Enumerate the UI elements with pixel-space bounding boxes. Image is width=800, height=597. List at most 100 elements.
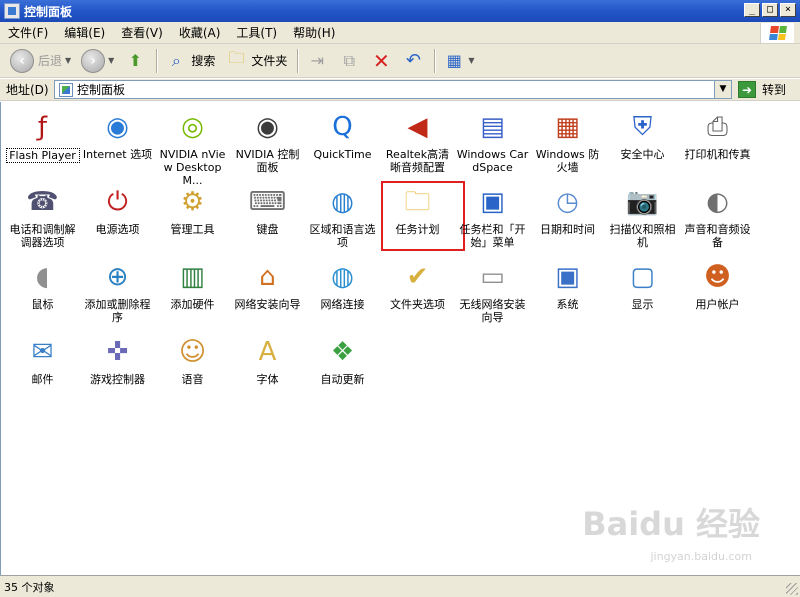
back-button[interactable]: ‹ 后退 ▼: [6, 47, 75, 75]
control-panel-item[interactable]: ◍ 区域和语言选项: [305, 183, 380, 258]
item-label: 显示: [631, 298, 654, 311]
address-input[interactable]: 控制面板 ▼: [54, 80, 732, 99]
item-label: 邮件: [31, 373, 54, 386]
control-panel-item[interactable]: 🗀 任务计划: [380, 181, 465, 258]
minimize-button[interactable]: _: [744, 3, 760, 17]
move-to-button[interactable]: ⇥: [302, 47, 332, 75]
control-panel-item[interactable]: 📷 扫描仪和照相机: [605, 183, 680, 258]
control-panel-item[interactable]: ✜ 游戏控制器: [80, 333, 155, 408]
item-label: 添加或删除程序: [84, 298, 151, 324]
control-panel-icon: [4, 3, 20, 19]
phone-modem-icon: ☎: [26, 187, 59, 217]
forward-button[interactable]: › ▼: [77, 47, 118, 75]
control-panel-item[interactable]: Q QuickTime: [305, 108, 380, 183]
item-label: 游戏控制器: [90, 373, 145, 386]
speech-icon: ☺: [178, 337, 207, 367]
address-bar: 地址(D) 控制面板 ▼ ➜ 转到: [0, 79, 800, 101]
folders-button[interactable]: 🗀 文件夹: [221, 47, 291, 75]
undo-button[interactable]: ↶: [398, 47, 428, 75]
control-panel-item[interactable]: ⚙ 管理工具: [155, 183, 230, 258]
control-panel-item[interactable]: ⎙ 打印机和传真: [680, 108, 755, 183]
control-panel-item[interactable]: ✔ 文件夹选项: [380, 258, 455, 333]
address-label: 地址(D): [6, 83, 49, 97]
menu-help[interactable]: 帮助(H): [285, 24, 343, 41]
address-dropdown-icon[interactable]: ▼: [714, 81, 731, 98]
item-label: 区域和语言选项: [309, 223, 376, 249]
search-button[interactable]: ⌕ 搜索: [161, 47, 219, 75]
control-panel-item[interactable]: ▭ 无线网络安装向导: [455, 258, 530, 333]
add-hardware-icon: ▥: [180, 262, 205, 292]
maximize-button[interactable]: □: [762, 3, 778, 17]
control-panel-item[interactable]: ▦ Windows 防火墙: [530, 108, 605, 183]
control-panel-item[interactable]: ◎ NVIDIA nView Desktop M...: [155, 108, 230, 187]
item-label: Windows 防火墙: [535, 148, 600, 174]
control-panel-item[interactable]: ƒ Flash Player: [5, 108, 80, 183]
globe-icon: ◍: [331, 187, 354, 217]
control-panel-item[interactable]: ◐ 声音和音频设备: [680, 183, 755, 258]
menu-tools[interactable]: 工具(T): [228, 24, 285, 41]
control-panel-item[interactable]: ⛨ 安全中心: [605, 108, 680, 183]
menu-view[interactable]: 查看(V): [113, 24, 171, 41]
copy-to-button[interactable]: ⧉: [334, 47, 364, 75]
views-icon: ▦: [446, 51, 462, 70]
menu-file[interactable]: 文件(F): [0, 24, 56, 41]
back-dropdown-icon[interactable]: ▼: [65, 56, 71, 65]
item-label: 添加硬件: [170, 298, 215, 311]
control-panel-item[interactable]: ▥ 添加硬件: [155, 258, 230, 333]
item-label: 打印机和传真: [684, 148, 751, 161]
control-panel-item[interactable]: ⊕ 添加或删除程序: [80, 258, 155, 333]
toolbar: ‹ 后退 ▼ › ▼ ⬆ ⌕ 搜索 🗀 文件夹 ⇥ ⧉ ✕ ↶ ▦ ▼: [0, 44, 800, 78]
control-panel-item[interactable]: ⏻ 电源选项: [80, 183, 155, 258]
item-label: QuickTime: [313, 148, 372, 161]
network-wizard-icon: ⌂: [259, 262, 276, 292]
control-panel-item[interactable]: A 字体: [230, 333, 305, 408]
control-panel-item[interactable]: ▤ Windows CardSpace: [455, 108, 530, 183]
toolbar-separator: [434, 48, 436, 73]
control-panel-item[interactable]: ❖ 自动更新: [305, 333, 380, 408]
control-panel-item[interactable]: ◖ 鼠标: [5, 258, 80, 333]
control-panel-item[interactable]: ☺ 语音: [155, 333, 230, 408]
cardspace-icon: ▤: [480, 112, 505, 142]
item-label: Internet 选项: [82, 148, 153, 161]
control-panel-item[interactable]: ☻ 用户帐户: [680, 258, 755, 333]
item-label: 语音: [181, 373, 204, 386]
control-panel-item[interactable]: ▣ 任务栏和「开始」菜单: [455, 183, 530, 258]
toolbar-separator: [156, 48, 158, 73]
close-button[interactable]: ×: [780, 3, 796, 17]
control-panel-item[interactable]: ✉ 邮件: [5, 333, 80, 408]
taskbar-icon: ▣: [480, 187, 505, 217]
item-label: 键盘: [256, 223, 279, 236]
item-label: 无线网络安装向导: [459, 298, 526, 324]
forward-dropdown-icon[interactable]: ▼: [108, 56, 114, 65]
address-value: 控制面板: [77, 83, 126, 97]
items-grid: ƒ Flash Player ◉ Internet 选项 ◎ NVIDIA nView D…: [5, 108, 755, 408]
up-button[interactable]: ⬆: [120, 47, 150, 75]
watermark-url: jingyan.baidu.com: [650, 550, 752, 563]
views-button[interactable]: ▦ ▼: [439, 47, 478, 75]
auto-update-icon: ❖: [330, 337, 355, 367]
control-panel-item[interactable]: ▢ 显示: [605, 258, 680, 333]
control-panel-item[interactable]: ◉ NVIDIA 控制面板: [230, 108, 305, 183]
control-panel-item[interactable]: ◉ Internet 选项: [80, 108, 155, 183]
control-panel-item[interactable]: ⌨ 键盘: [230, 183, 305, 258]
menu-edit[interactable]: 编辑(E): [56, 24, 113, 41]
item-label: 电源选项: [95, 223, 140, 236]
display-icon: ▢: [630, 262, 655, 292]
control-panel-item[interactable]: ◍ 网络连接: [305, 258, 380, 333]
toolbar-separator: [297, 48, 299, 73]
views-dropdown-icon[interactable]: ▼: [468, 56, 474, 65]
speaker-icon: ◀: [407, 112, 428, 142]
item-label: 文件夹选项: [390, 298, 445, 311]
control-panel-item[interactable]: ◷ 日期和时间: [530, 183, 605, 258]
go-button[interactable]: ➜ 转到: [738, 81, 786, 98]
user-accounts-icon: ☻: [703, 262, 732, 292]
item-label: 系统: [556, 298, 579, 311]
menu-favorites[interactable]: 收藏(A): [171, 24, 229, 41]
delete-button[interactable]: ✕: [366, 47, 396, 75]
control-panel-item[interactable]: ☎ 电话和调制解调器选项: [5, 183, 80, 258]
search-icon: ⌕: [171, 50, 181, 70]
control-panel-item[interactable]: ◀ Realtek高清晰音频配置: [380, 108, 455, 183]
resize-grip[interactable]: [786, 583, 798, 595]
control-panel-item[interactable]: ▣ 系统: [530, 258, 605, 333]
control-panel-item[interactable]: ⌂ 网络安装向导: [230, 258, 305, 333]
